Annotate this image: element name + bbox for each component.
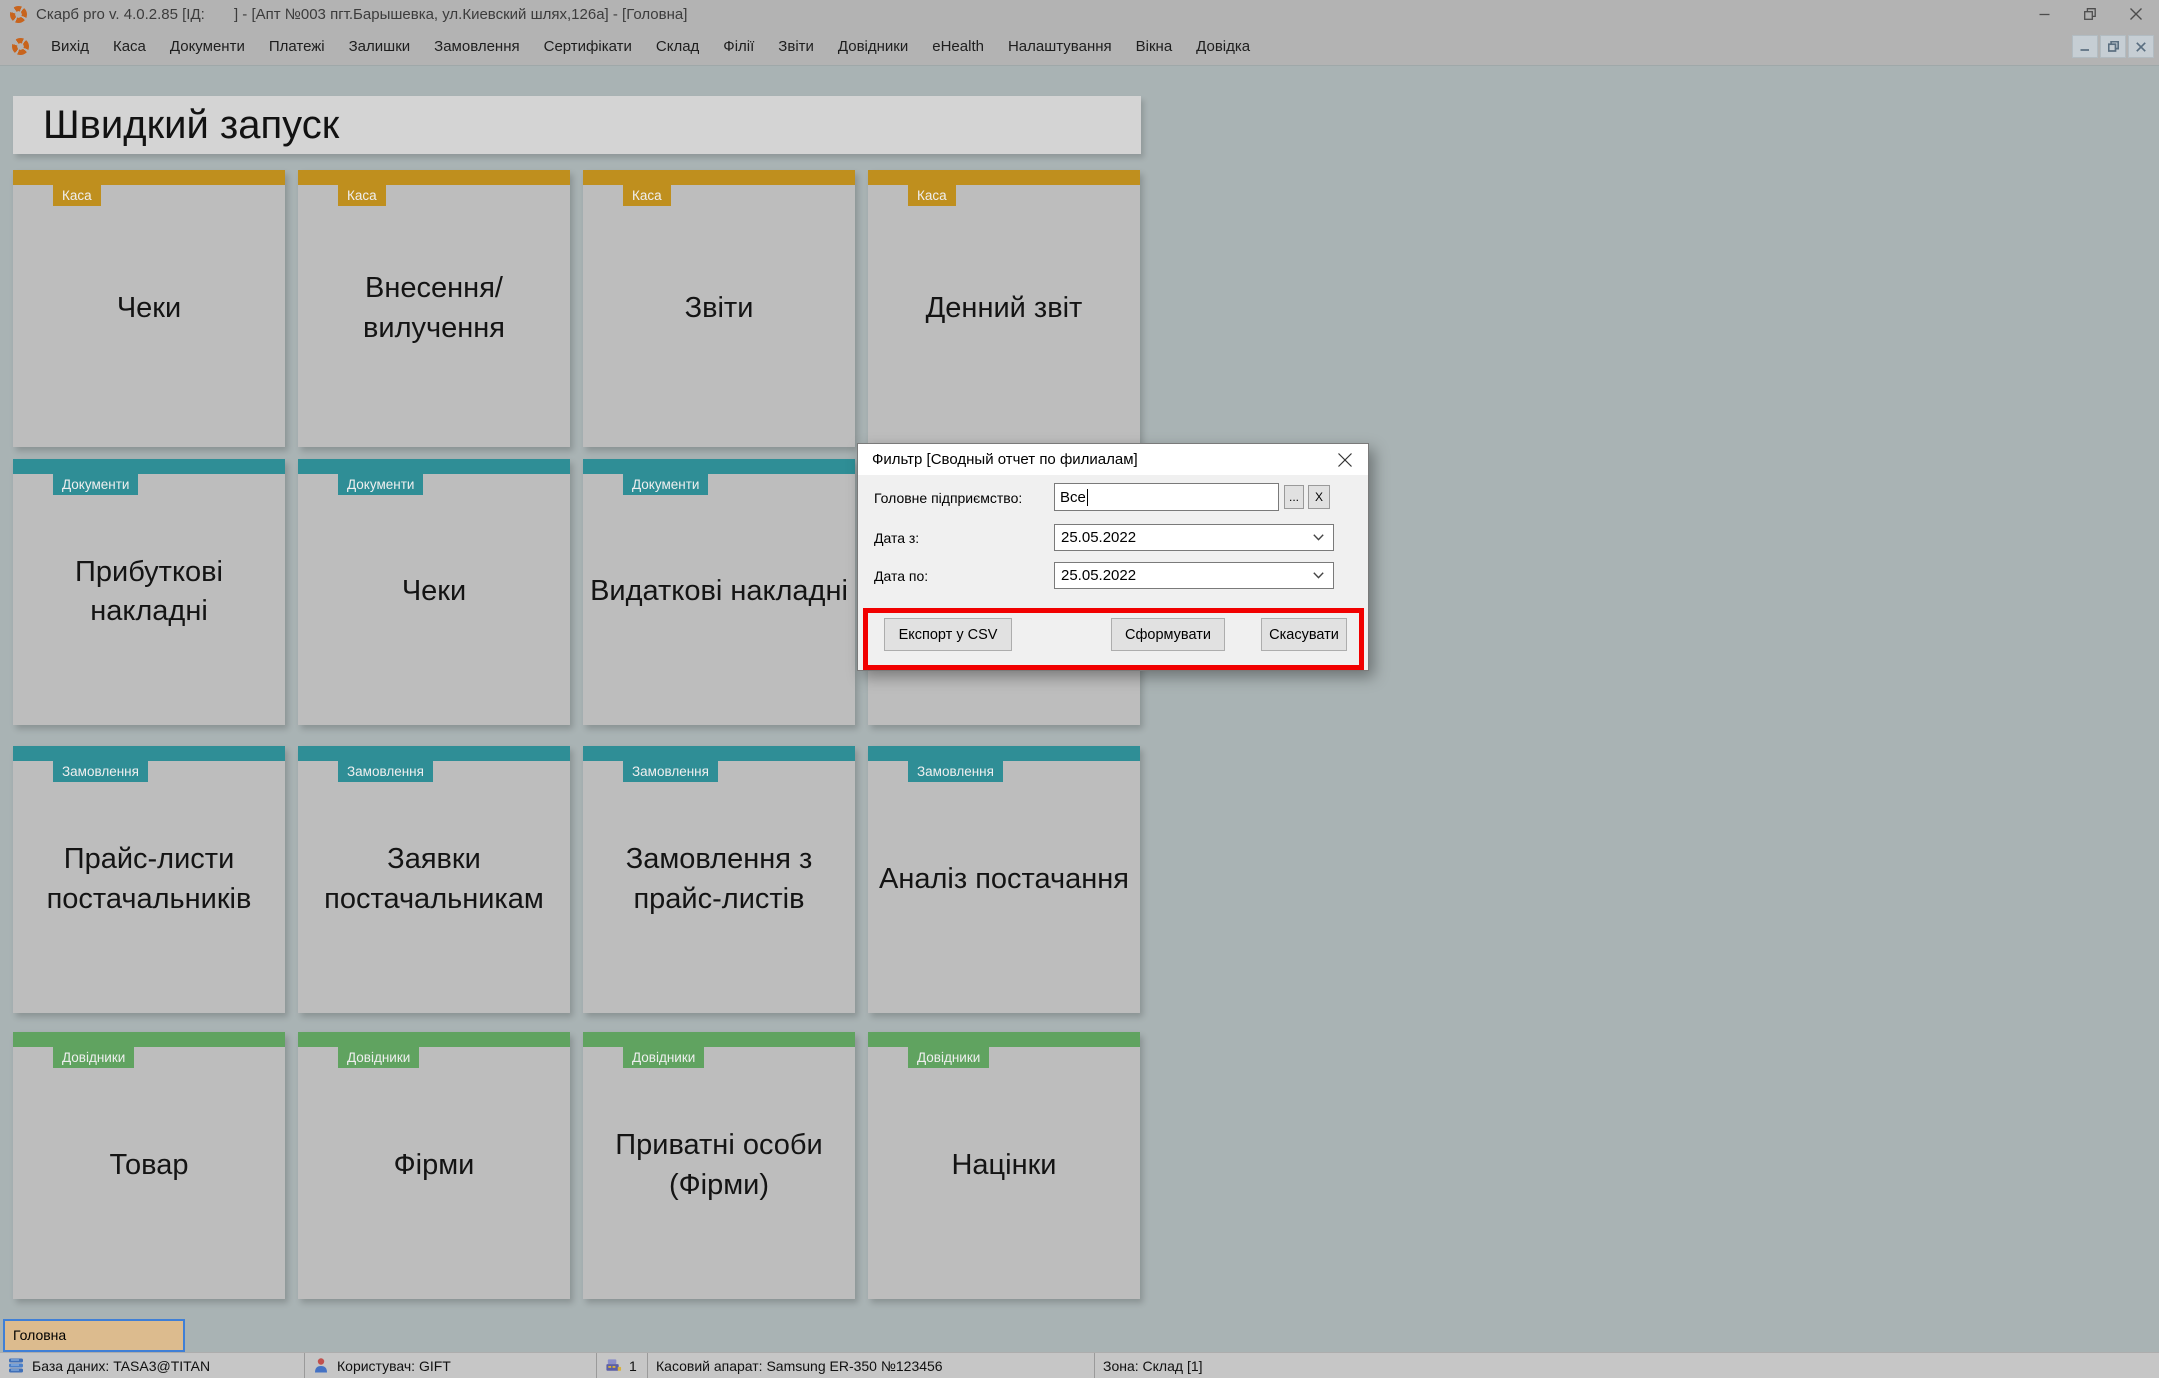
- menu-item-7[interactable]: Сертифікати: [532, 28, 644, 66]
- status-text: Касовий апарат: Samsung ER-350 №123456: [656, 1357, 943, 1374]
- menu-item-8[interactable]: Склад: [644, 28, 711, 66]
- quick-launch-tile[interactable]: Довідники Товар: [13, 1032, 285, 1299]
- user-icon: [313, 1357, 330, 1374]
- clear-button[interactable]: X: [1308, 485, 1330, 509]
- status-section-1: База даних: TASA3@TITAN: [0, 1353, 305, 1378]
- menu-item-10[interactable]: Звіти: [766, 28, 826, 66]
- menu-item-9[interactable]: Філії: [711, 28, 766, 66]
- cancel-button[interactable]: Скасувати: [1261, 618, 1347, 651]
- menu-item-11[interactable]: Довідники: [826, 28, 920, 66]
- mdi-close-icon[interactable]: [2128, 35, 2154, 58]
- dialog-title: Фильтр [Сводный отчет по филиалам]: [872, 451, 1138, 468]
- status-bar: База даних: TASA3@TITAN Користувач: GIFT 1…: [0, 1352, 2159, 1378]
- status-section-2: Користувач: GIFT: [305, 1353, 597, 1378]
- minimize-icon[interactable]: [2021, 0, 2067, 28]
- tile-label: Видаткові накладні: [590, 575, 848, 608]
- generate-button[interactable]: Сформувати: [1111, 618, 1225, 651]
- export-csv-button[interactable]: Експорт у CSV: [884, 618, 1012, 651]
- quick-launch-tile[interactable]: Замовлення Прайс-листи постачальників: [13, 746, 285, 1013]
- date-to-select[interactable]: 25.05.2022: [1054, 562, 1334, 589]
- menu-item-13[interactable]: Налаштування: [996, 28, 1124, 66]
- tile-label: Чеки: [116, 291, 182, 324]
- quick-launch-tile[interactable]: Замовлення Замовлення з прайс-листів: [583, 746, 855, 1013]
- dialog-close-icon[interactable]: [1334, 449, 1356, 471]
- database-icon: [8, 1357, 25, 1374]
- main-enterprise-input[interactable]: Все: [1054, 483, 1279, 511]
- tile-label: Внесення/вилучення: [363, 272, 505, 344]
- menu-item-2[interactable]: Каса: [101, 28, 158, 66]
- date-to-label: Дата по:: [874, 568, 929, 584]
- quick-launch-tile[interactable]: Документи Чеки: [298, 459, 570, 725]
- status-section-4: Касовий апарат: Samsung ER-350 №123456: [648, 1353, 1095, 1378]
- menu-item-3[interactable]: Документи: [158, 28, 257, 66]
- tile-label: Товар: [109, 1148, 189, 1181]
- mdi-minimize-icon[interactable]: [2072, 35, 2098, 58]
- menu-item-4[interactable]: Платежі: [257, 28, 337, 66]
- menu-item-12[interactable]: eHealth: [920, 28, 996, 66]
- mdi-window-controls: [2072, 35, 2154, 58]
- close-icon[interactable]: [2113, 0, 2159, 28]
- tile-label: Чеки: [401, 575, 467, 608]
- quick-launch-title: Швидкий запуск: [43, 103, 340, 147]
- quick-launch-tile[interactable]: Замовлення Аналіз постачання: [868, 746, 1140, 1013]
- status-section-5: Зона: Склад [1]: [1095, 1353, 2159, 1378]
- tile-label: Націнки: [951, 1148, 1057, 1181]
- status-text: Зона: Склад [1]: [1103, 1357, 1203, 1374]
- date-from-label: Дата з:: [874, 530, 920, 546]
- tile-label: Звіти: [684, 291, 754, 324]
- tile-label: Прибуткові накладні: [75, 555, 223, 627]
- chevron-down-icon: [1313, 572, 1324, 579]
- tile-label: Замовлення з прайс-листів: [625, 843, 813, 915]
- status-text: База даних: TASA3@TITAN: [32, 1357, 211, 1374]
- quick-launch-panel: Швидкий запуск: [13, 96, 1141, 154]
- app-logo-icon: [12, 38, 29, 55]
- quick-launch-tile[interactable]: Документи Видаткові накладні: [583, 459, 855, 725]
- menu-item-14[interactable]: Вікна: [1124, 28, 1185, 66]
- quick-launch-tile[interactable]: Каса Денний звіт: [868, 170, 1140, 447]
- filter-dialog: Фильтр [Сводный отчет по филиалам] Голов…: [857, 443, 1369, 671]
- date-to-value: 25.05.2022: [1061, 567, 1137, 584]
- title-bar: Скарб pro v. 4.0.2.85 [ІД: ] - [Апт №003…: [0, 0, 2159, 28]
- quick-launch-tile[interactable]: Довідники Приватні особи (Фірми): [583, 1032, 855, 1299]
- menu-item-5[interactable]: Залишки: [337, 28, 423, 66]
- menu-item-1[interactable]: Вихід: [39, 28, 101, 66]
- application-window: { "window": { "title": "Скарб pro v. 4.0…: [0, 0, 2159, 1378]
- quick-launch-tile[interactable]: Довідники Фірми: [298, 1032, 570, 1299]
- status-text: Користувач: GIFT: [337, 1357, 451, 1374]
- status-section-3: 1: [597, 1353, 648, 1378]
- menu-bar: Вихід Каса Документи Платежі Залишки Замовлен…: [0, 28, 2159, 66]
- tile-label: Фірми: [393, 1148, 475, 1181]
- quick-launch-tile[interactable]: Каса Чеки: [13, 170, 285, 447]
- restore-icon[interactable]: [2067, 0, 2113, 28]
- menu-item-15[interactable]: Довідка: [1184, 28, 1262, 66]
- quick-launch-tile[interactable]: Документи Прибуткові накладні: [13, 459, 285, 725]
- quick-launch-tile[interactable]: Каса Внесення/вилучення: [298, 170, 570, 447]
- tab-home[interactable]: Головна: [3, 1319, 185, 1352]
- text-caret: [1086, 488, 1088, 506]
- chevron-down-icon: [1313, 534, 1324, 541]
- main-enterprise-label: Головне підприємство:: [874, 490, 1023, 506]
- status-text: 1: [629, 1357, 637, 1374]
- date-from-value: 25.05.2022: [1061, 529, 1137, 546]
- quick-launch-tile[interactable]: Довідники Націнки: [868, 1032, 1140, 1299]
- tile-label: Заявки постачальникам: [324, 843, 544, 915]
- cash-register-icon: [605, 1357, 622, 1374]
- mdi-restore-icon[interactable]: [2100, 35, 2126, 58]
- tile-label: Приватні особи (Фірми): [615, 1129, 823, 1201]
- window-controls: [2021, 0, 2159, 28]
- tile-label: Аналіз постачання: [879, 862, 1129, 895]
- quick-launch-tile[interactable]: Замовлення Заявки постачальникам: [298, 746, 570, 1013]
- dialog-title-bar: Фильтр [Сводный отчет по филиалам]: [858, 444, 1368, 475]
- tile-label: Прайс-листи постачальників: [46, 843, 252, 915]
- quick-launch-tile[interactable]: Каса Звіти: [583, 170, 855, 447]
- tile-label: Денний звіт: [925, 291, 1083, 324]
- browse-button[interactable]: ...: [1284, 485, 1304, 509]
- date-from-select[interactable]: 25.05.2022: [1054, 524, 1334, 551]
- main-enterprise-value: Все: [1060, 488, 1086, 506]
- menu-items: Вихід Каса Документи Платежі Залишки Замовлен…: [39, 28, 1262, 65]
- window-title: Скарб pro v. 4.0.2.85 [ІД: ] - [Апт №003…: [36, 5, 688, 23]
- menu-item-6[interactable]: Замовлення: [422, 28, 531, 66]
- app-logo-icon: [10, 5, 27, 23]
